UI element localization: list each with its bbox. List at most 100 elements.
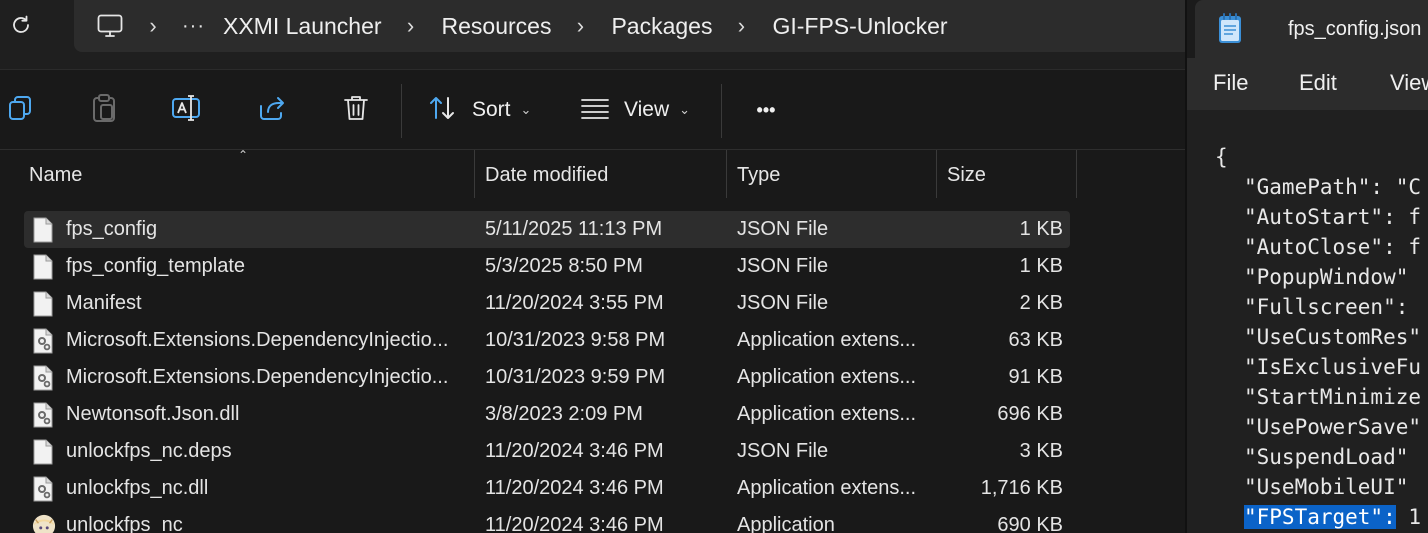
file-type: Application extens... (737, 477, 916, 499)
sort-label: Sort (472, 98, 511, 121)
file-size: 1 KB (1019, 255, 1063, 277)
delete-button[interactable] (338, 92, 374, 128)
file-row[interactable]: Microsoft.Extensions.DependencyInjectio.… (24, 359, 1070, 396)
code-text: "IsExclusiveFu (1244, 355, 1422, 379)
chevron-right-icon[interactable]: › (567, 13, 593, 39)
dll-gear-icon (32, 322, 56, 359)
file-date-modified: 11/20/2024 3:46 PM (485, 440, 664, 462)
code-line: "UseMobileUI" (1244, 472, 1408, 502)
address-row: › ··· XXMI Launcher › Resources › Packag… (0, 0, 1185, 70)
view-label: View (624, 98, 670, 121)
code-line: "StartMinimize (1244, 382, 1421, 412)
column-divider[interactable] (1076, 150, 1077, 198)
file-row[interactable]: Microsoft.Extensions.DependencyInjectio.… (24, 322, 1070, 359)
column-header-name[interactable]: Name (29, 150, 469, 200)
file-name: fps_config (66, 218, 158, 240)
file-date-modified: 5/3/2025 8:50 PM (485, 255, 643, 277)
menu-item-edit[interactable]: Edit (1299, 58, 1337, 110)
file-name: unlockfps_nc.dll (66, 477, 209, 499)
rename-icon (171, 94, 201, 127)
column-header-type[interactable]: Type (737, 150, 932, 200)
sort-icon (428, 94, 458, 127)
code-text: "Fullscreen": (1244, 295, 1409, 319)
code-text: "UseCustomRes" (1244, 325, 1422, 349)
command-bar: Sort ⌄ View ⌄ ••• (0, 70, 1185, 150)
file-name: Microsoft.Extensions.DependencyInjectio.… (66, 366, 449, 388)
code-text: "AutoStart": f (1244, 205, 1422, 229)
breadcrumb-item-packages[interactable]: Packages (611, 13, 712, 40)
copy-icon (6, 94, 34, 127)
selected-text: "FPSTarget": (1244, 505, 1396, 529)
file-date-modified: 11/20/2024 3:46 PM (485, 477, 664, 499)
chevron-down-icon: ⌄ (520, 102, 532, 117)
file-name: Newtonsoft.Json.dll (66, 403, 240, 425)
file-type: Application extens... (737, 366, 916, 388)
file-row[interactable]: Manifest 11/20/2024 3:55 PM JSON File 2 KB (24, 285, 1070, 322)
code-line: "AutoClose": f (1244, 232, 1421, 262)
column-divider[interactable] (936, 150, 937, 198)
file-row[interactable]: Newtonsoft.Json.dll 3/8/2023 2:09 PM Appli… (24, 396, 1070, 433)
share-button[interactable] (254, 92, 290, 128)
chevron-right-icon[interactable]: › (728, 13, 754, 39)
this-pc-icon[interactable] (96, 12, 124, 40)
rename-button[interactable] (168, 92, 204, 128)
notepad-text-editor[interactable]: {"GamePath": "C "AutoStart": f "AutoClose"… (1187, 110, 1428, 533)
address-bar[interactable]: › ··· XXMI Launcher › Resources › Packag… (74, 0, 1185, 52)
notepad-icon (1217, 12, 1243, 44)
code-text: "PopupWindow" (1244, 265, 1409, 289)
column-header-size[interactable]: Size (947, 150, 1072, 200)
toolbar-separator (721, 84, 722, 138)
copy-button[interactable] (2, 92, 38, 128)
column-divider[interactable] (474, 150, 475, 198)
refresh-icon[interactable] (6, 10, 36, 40)
file-row[interactable]: fps_config_template 5/3/2025 8:50 PM JSON … (24, 248, 1070, 285)
code-text: { (1215, 145, 1228, 169)
file-size: 696 KB (997, 403, 1063, 425)
file-type: JSON File (737, 255, 829, 277)
notepad-tab[interactable]: fps_config.json (1195, 0, 1428, 58)
dll-gear-icon (32, 359, 56, 396)
paste-button[interactable] (86, 92, 122, 128)
file-size: 2 KB (1019, 292, 1063, 314)
menu-item-file[interactable]: File (1213, 58, 1248, 110)
column-header-row: ⌃ Name Date modified Type Size (0, 148, 1185, 200)
app-avatar-icon (32, 507, 56, 533)
file-name: unlockfps_nc.deps (66, 440, 232, 462)
toolbar-separator (401, 84, 402, 138)
file-date-modified: 11/20/2024 3:46 PM (485, 514, 664, 533)
file-row[interactable]: unlockfps_nc 11/20/2024 3:46 PM Applicatio… (24, 507, 1070, 533)
code-line: "Fullscreen": (1244, 292, 1408, 322)
code-text: "SuspendLoad" (1244, 445, 1409, 469)
file-row[interactable]: unlockfps_nc.dll 11/20/2024 3:46 PM Applic… (24, 470, 1070, 507)
code-text: 1 (1395, 505, 1422, 529)
file-date-modified: 10/31/2023 9:59 PM (485, 366, 666, 388)
file-list: ⌃ Name Date modified Type Size fps_confi… (0, 148, 1185, 533)
chevron-right-icon[interactable]: › (140, 13, 166, 39)
notepad-title-bar: fps_config.json (1187, 0, 1428, 58)
column-header-date-modified[interactable]: Date modified (485, 150, 720, 200)
view-button[interactable]: View ⌄ (580, 92, 690, 128)
file-name: unlockfps_nc (66, 514, 183, 533)
breadcrumb-item-gi-fps-unlocker[interactable]: GI-FPS-Unlocker (772, 13, 947, 40)
sort-button[interactable]: Sort ⌄ (428, 92, 531, 128)
list-view-icon (580, 96, 610, 125)
file-explorer-window: › ··· XXMI Launcher › Resources › Packag… (0, 0, 1185, 533)
clipboard-icon (90, 93, 118, 128)
code-text: "UsePowerSave" (1244, 415, 1422, 439)
file-name: fps_config_template (66, 255, 246, 277)
notepad-menu-bar: File Edit View (1187, 58, 1428, 110)
chevron-right-icon[interactable]: › (398, 13, 424, 39)
code-line: "UseCustomRes" (1244, 322, 1421, 352)
notepad-tab-title: fps_config.json (1288, 18, 1422, 40)
breadcrumb-item-xxmi-launcher[interactable]: XXMI Launcher (223, 13, 382, 40)
breadcrumb-item-resources[interactable]: Resources (442, 13, 552, 40)
file-row[interactable]: unlockfps_nc.deps 11/20/2024 3:46 PM JSON … (24, 433, 1070, 470)
more-options-button[interactable]: ••• (748, 92, 784, 128)
file-row[interactable]: fps_config 5/11/2025 11:13 PM JSON File 1 K… (24, 211, 1070, 248)
notepad-window: fps_config.json File Edit View {"GamePat… (1185, 0, 1428, 533)
share-icon (257, 94, 287, 127)
code-text: "StartMinimize (1244, 385, 1422, 409)
menu-item-view[interactable]: View (1390, 58, 1428, 110)
breadcrumb-overflow-button[interactable]: ··· (182, 15, 205, 38)
column-divider[interactable] (726, 150, 727, 198)
